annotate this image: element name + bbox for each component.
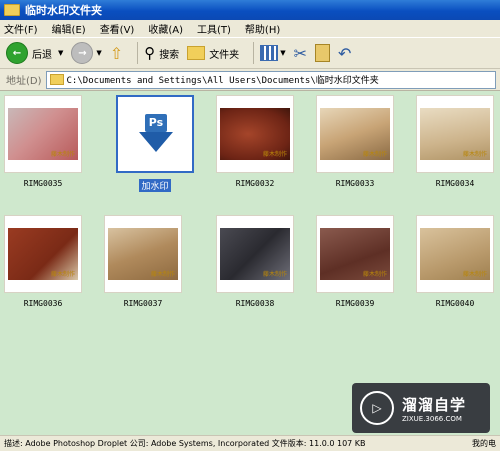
watermark-text: 藤木制作 [362, 271, 387, 278]
file-label: RIMG0033 [335, 179, 375, 188]
file-label: RIMG0034 [435, 179, 475, 188]
watermark-text: 藤木制作 [462, 151, 487, 158]
thumbnail: 藤木制作 [4, 95, 82, 173]
window-title: 临时水印文件夹 [25, 4, 102, 17]
menu-bar: 文件(F) 编辑(E) 查看(V) 收藏(A) 工具(T) 帮助(H) [0, 20, 500, 37]
thumbnail: 藤木制作 [216, 95, 294, 173]
views-icon [260, 45, 279, 61]
play-logo-icon: ▷ [360, 391, 394, 425]
toolbar: ← 后退 ▼ → ▼ ⇧ ⚲ 搜索 文件夹 ▼ ✂ ↶ [0, 37, 500, 69]
file-item[interactable]: 藤木制作 RIMG0038 [212, 215, 298, 308]
up-folder-icon: ⇧ [109, 43, 124, 63]
toolbar-separator [253, 42, 255, 64]
folders-label: 文件夹 [209, 49, 240, 61]
watermark-text: 藤木制作 [50, 271, 75, 278]
file-item[interactable]: 藤木制作 RIMG0033 [312, 95, 398, 188]
cut-button[interactable]: ✂ [294, 44, 307, 63]
search-icon: ⚲ [144, 44, 156, 62]
folders-icon [187, 46, 206, 60]
folder-icon [49, 74, 64, 85]
site-watermark: ▷ 溜溜自学 ZIXUE.3066.COM [352, 383, 490, 433]
address-label: 地址(D) [6, 76, 42, 87]
forward-button[interactable]: → ▼ [71, 42, 102, 64]
watermark-site: ZIXUE.3066.COM [402, 414, 462, 423]
thumbnail: 藤木制作 [416, 95, 494, 173]
folders-button[interactable]: 文件夹 [187, 46, 239, 61]
file-item-selected[interactable]: Ps 加水印 [112, 95, 198, 192]
title-bar: 临时水印文件夹 [0, 0, 500, 20]
forward-dropdown-icon[interactable]: ▼ [96, 49, 101, 57]
menu-edit[interactable]: 编辑(E) [52, 21, 86, 36]
views-dropdown-icon[interactable]: ▼ [280, 49, 285, 57]
undo-button[interactable]: ↶ [338, 44, 351, 63]
search-button[interactable]: ⚲ 搜索 [144, 44, 179, 62]
up-folder-button[interactable]: ⇧ [110, 44, 123, 63]
watermark-text: 藤木制作 [262, 151, 287, 158]
address-input[interactable]: C:\Documents and Settings\All Users\Docu… [45, 70, 496, 89]
file-label: RIMG0038 [235, 299, 275, 308]
file-item[interactable]: 藤木制作 RIMG0032 [212, 95, 298, 188]
views-button[interactable]: ▼ [260, 45, 286, 61]
status-bar: 描述: Adobe Photoshop Droplet 公司: Adobe Sy… [0, 435, 500, 451]
file-label: 加水印 [139, 179, 171, 192]
thumbnail: 藤木制作 [216, 215, 294, 293]
thumbnail: 藤木制作 [416, 215, 494, 293]
watermark-text: 藤木制作 [462, 271, 487, 278]
status-text: 描述: Adobe Photoshop Droplet 公司: Adobe Sy… [4, 439, 366, 448]
menu-favorites[interactable]: 收藏(A) [148, 21, 183, 36]
watermark-text: 藤木制作 [50, 151, 75, 158]
file-item[interactable]: 藤木制作 RIMG0035 [0, 95, 86, 188]
file-label: RIMG0036 [23, 299, 63, 308]
back-arrow-icon: ← [6, 42, 28, 64]
file-label: RIMG0037 [123, 299, 163, 308]
menu-file[interactable]: 文件(F) [4, 21, 38, 36]
watermark-brand: 溜溜自学 [402, 395, 467, 414]
address-bar: 地址(D) C:\Documents and Settings\All User… [0, 69, 500, 91]
search-label: 搜索 [159, 49, 180, 61]
thumbnail: 藤木制作 [4, 215, 82, 293]
thumbnail: 藤木制作 [316, 95, 394, 173]
file-item[interactable]: 藤木制作 RIMG0037 [100, 215, 186, 308]
file-label: RIMG0039 [335, 299, 375, 308]
thumbnail: Ps [116, 95, 194, 173]
file-label: RIMG0040 [435, 299, 475, 308]
menu-tools[interactable]: 工具(T) [197, 21, 231, 36]
paste-button[interactable] [314, 44, 330, 62]
file-item[interactable]: 藤木制作 RIMG0034 [412, 95, 498, 188]
watermark-text: 藤木制作 [150, 271, 175, 278]
file-label: RIMG0032 [235, 179, 275, 188]
clipboard-icon [314, 44, 330, 62]
back-button[interactable]: ← 后退 ▼ [6, 42, 63, 64]
status-zone: 我的电 [472, 439, 496, 448]
folder-icon [4, 4, 20, 16]
photoshop-droplet-icon: Ps [139, 114, 173, 154]
menu-view[interactable]: 查看(V) [100, 21, 135, 36]
watermark-text: 藤木制作 [362, 151, 387, 158]
file-item[interactable]: 藤木制作 RIMG0036 [0, 215, 86, 308]
dropdown-arrow-icon[interactable]: ▼ [58, 49, 63, 57]
thumbnail: 藤木制作 [316, 215, 394, 293]
file-item[interactable]: 藤木制作 RIMG0040 [412, 215, 498, 308]
watermark-text: 藤木制作 [262, 271, 287, 278]
undo-icon: ↶ [337, 43, 352, 63]
menu-help[interactable]: 帮助(H) [245, 21, 280, 36]
address-path: C:\Documents and Settings\All Users\Docu… [66, 76, 379, 86]
file-label: RIMG0035 [23, 179, 63, 188]
forward-arrow-icon: → [71, 42, 94, 64]
toolbar-separator [137, 42, 139, 64]
scissors-icon: ✂ [293, 43, 307, 63]
back-label: 后退 [32, 49, 52, 61]
thumbnail: 藤木制作 [104, 215, 182, 293]
file-item[interactable]: 藤木制作 RIMG0039 [312, 215, 398, 308]
